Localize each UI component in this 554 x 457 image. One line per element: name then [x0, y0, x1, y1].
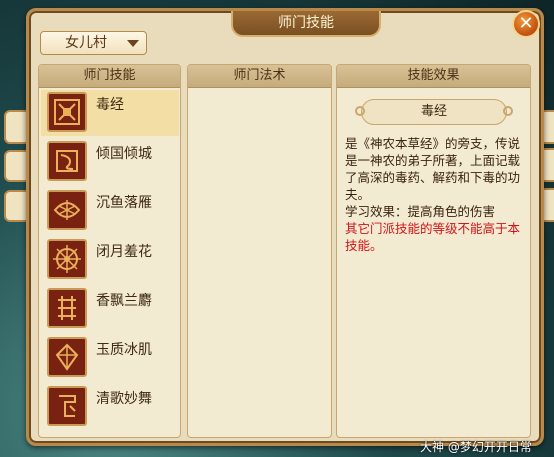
school-dropdown-value: 女儿村 — [65, 35, 107, 51]
skill-name: 清歌妙舞 — [96, 391, 152, 407]
effect-description-text: 是《神农本草经》的旁支，传说是一神农的弟子所著，上面记载了高深的毒药、解药和下毒… — [345, 136, 521, 202]
skill-name: 毒经 — [96, 97, 124, 113]
skills-column-header: 师门技能 — [39, 65, 180, 88]
effect-column: 技能效果 毒经 是《神农本草经》的旁支，传说是一神农的弟子所著，上面记载了高深的… — [336, 64, 531, 438]
effect-description: 是《神农本草经》的旁支，传说是一神农的弟子所著，上面记载了高深的毒药、解药和下毒… — [345, 135, 527, 254]
skill-item-qing-guo-qing-cheng[interactable]: 倾国倾城 — [41, 139, 179, 185]
skill-item-bi-yue-xiu-hua[interactable]: 闭月羞花 — [41, 237, 179, 283]
skill-item-xiang-piao-lan-she[interactable]: 香飘兰麝 — [41, 286, 179, 332]
close-button[interactable]: ✕ — [512, 10, 540, 38]
skill-name: 闭月羞花 — [96, 244, 152, 260]
panel-title: 师门技能 — [231, 11, 381, 37]
fish-goose-icon — [47, 190, 87, 230]
skill-item-chen-yu-luo-yan[interactable]: 沉鱼落雁 — [41, 188, 179, 234]
watermark: 大神 @梦幻开开日常 — [420, 440, 532, 454]
effect-skill-title: 毒经 — [355, 99, 513, 125]
jade-skin-icon — [47, 337, 87, 377]
fragrance-icon — [47, 288, 87, 328]
dance-icon — [47, 386, 87, 426]
skill-name: 香飘兰麝 — [96, 293, 152, 309]
effect-learn-text: 学习效果：提高角色的伤害 — [345, 204, 496, 219]
methods-column-header: 师门法术 — [188, 65, 331, 88]
effect-warning-text: 其它门派技能的等级不能高于本技能。 — [345, 221, 521, 253]
skill-item-qing-ge-miao-wu[interactable]: 清歌妙舞 — [41, 384, 179, 430]
skills-column: 师门技能 毒经 倾国倾城 沉鱼落雁 闭月羞花 香飘兰麝 玉质冰肌 清歌妙舞 — [38, 64, 181, 438]
skill-name: 沉鱼落雁 — [96, 195, 152, 211]
chevron-down-icon — [127, 40, 139, 47]
moon-flower-icon — [47, 239, 87, 279]
school-dropdown[interactable]: 女儿村 — [40, 31, 147, 55]
skill-item-yu-zhi-bing-ji[interactable]: 玉质冰肌 — [41, 335, 179, 381]
skill-name: 倾国倾城 — [96, 146, 152, 162]
methods-column: 师门法术 — [187, 64, 332, 438]
effect-column-header: 技能效果 — [337, 65, 530, 88]
skill-name: 玉质冰肌 — [96, 342, 152, 358]
charm-icon — [47, 141, 87, 181]
skill-item-du-jing[interactable]: 毒经 — [41, 90, 179, 136]
poison-scroll-icon — [47, 92, 87, 132]
